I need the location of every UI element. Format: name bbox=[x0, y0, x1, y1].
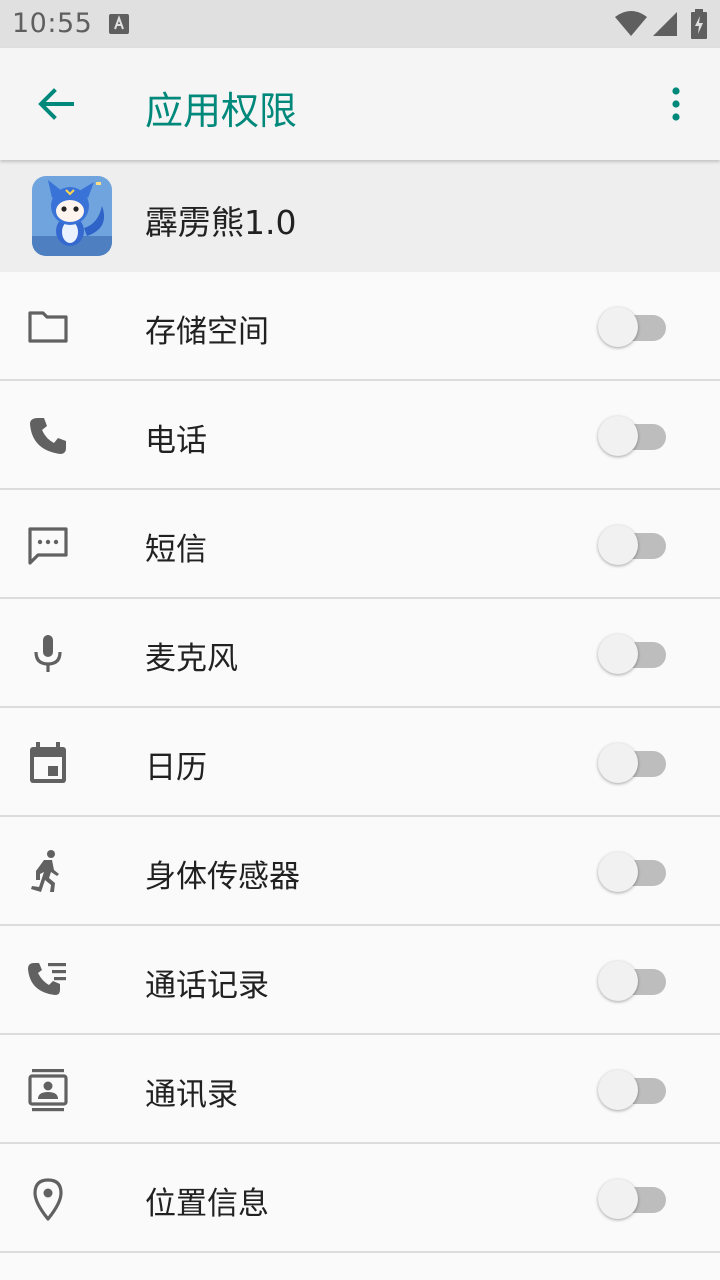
permission-label: 日历 bbox=[145, 750, 207, 786]
permission-toggle[interactable] bbox=[598, 1068, 668, 1112]
app-name: 霹雳熊1.0 bbox=[145, 203, 297, 242]
folder-icon bbox=[28, 311, 68, 343]
phone-icon bbox=[30, 418, 66, 454]
mic-icon bbox=[34, 635, 62, 672]
permission-toggle[interactable] bbox=[598, 414, 668, 458]
permission-row-sms[interactable]: 短信 bbox=[0, 490, 720, 599]
wifi-icon bbox=[615, 11, 647, 36]
app-bar: 应用权限 bbox=[0, 48, 720, 160]
call-log-icon bbox=[28, 963, 66, 995]
permission-toggle[interactable] bbox=[598, 850, 668, 894]
permission-label: 存储空间 bbox=[145, 314, 269, 350]
app-header: 霹雳熊1.0 bbox=[0, 160, 720, 272]
location-icon bbox=[33, 1178, 63, 1221]
permission-row-calendar[interactable]: 日历 bbox=[0, 708, 720, 817]
permission-label: 位置信息 bbox=[145, 1186, 269, 1222]
permission-toggle[interactable] bbox=[598, 523, 668, 567]
permission-label: 身体传感器 bbox=[145, 859, 300, 895]
permission-label: 通话记录 bbox=[145, 968, 269, 1004]
cell-signal-icon bbox=[653, 12, 677, 36]
permission-row-phone[interactable]: 电话 bbox=[0, 381, 720, 490]
permission-label: 通讯录 bbox=[145, 1077, 238, 1113]
permission-label: 麦克风 bbox=[145, 641, 238, 677]
permission-row-microphone[interactable]: 麦克风 bbox=[0, 599, 720, 708]
permission-label: 电话 bbox=[145, 423, 207, 459]
permission-row-location[interactable]: 位置信息 bbox=[0, 1144, 720, 1253]
battery-charging-icon bbox=[691, 9, 707, 39]
permission-row-contacts[interactable]: 通讯录 bbox=[0, 1035, 720, 1144]
body-sensor-icon bbox=[31, 850, 59, 892]
status-time: 10:55 bbox=[12, 8, 93, 39]
permission-toggle[interactable] bbox=[598, 1177, 668, 1221]
permission-toggle[interactable] bbox=[598, 305, 668, 349]
sms-icon bbox=[28, 527, 68, 565]
permission-label: 短信 bbox=[145, 532, 207, 568]
permission-toggle[interactable] bbox=[598, 632, 668, 676]
a-notification-icon bbox=[109, 14, 129, 34]
permission-toggle[interactable] bbox=[598, 959, 668, 1003]
arrow-back-icon[interactable] bbox=[36, 84, 76, 124]
permission-list: 存储空间 电话 短信 麦克风 日历 身体传感器 通话记录 通讯录 位置信息 bbox=[0, 272, 720, 1253]
page-title: 应用权限 bbox=[145, 89, 298, 133]
calendar-icon bbox=[30, 742, 66, 783]
permission-toggle[interactable] bbox=[598, 741, 668, 785]
more-vert-icon[interactable] bbox=[660, 82, 692, 126]
permission-row-storage[interactable]: 存储空间 bbox=[0, 272, 720, 381]
app-icon bbox=[32, 176, 112, 256]
status-bar: 10:55 bbox=[0, 0, 720, 48]
permission-row-body-sensors[interactable]: 身体传感器 bbox=[0, 817, 720, 926]
contacts-icon bbox=[28, 1069, 68, 1112]
permission-row-call-log[interactable]: 通话记录 bbox=[0, 926, 720, 1035]
